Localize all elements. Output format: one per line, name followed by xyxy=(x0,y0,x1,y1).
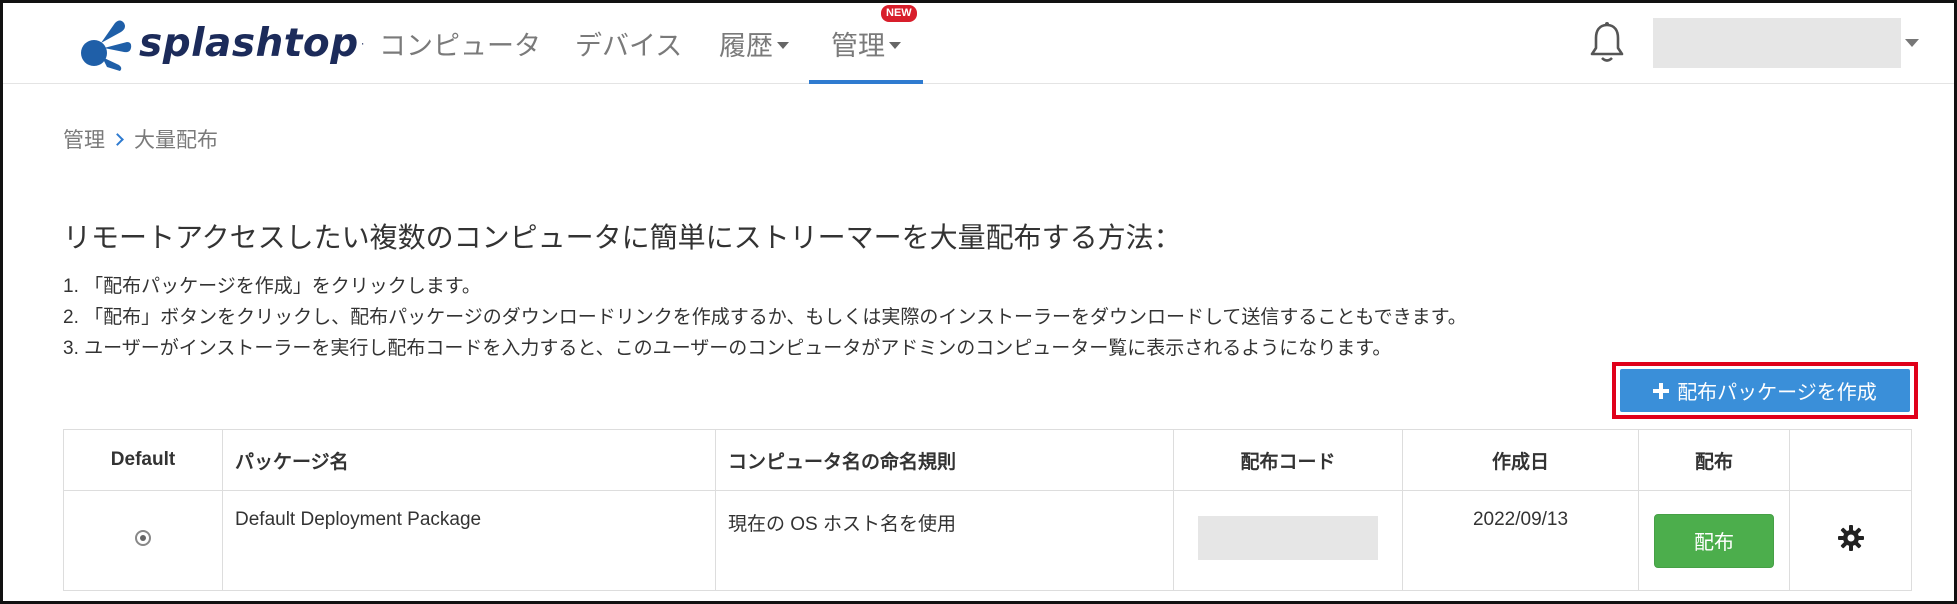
column-header-package-name: パッケージ名 xyxy=(222,429,716,491)
nav-devices-label: デバイス xyxy=(575,30,683,61)
nav-history-label: 履歴 xyxy=(719,30,773,61)
brand-logo[interactable]: splashtop · xyxy=(77,13,365,73)
chevron-down-icon[interactable] xyxy=(1905,39,1919,47)
deploy-code-value xyxy=(1198,515,1378,560)
deploy-code-cell xyxy=(1173,490,1403,591)
breadcrumb-parent[interactable]: 管理 xyxy=(63,124,105,154)
brand-trademark: · xyxy=(360,36,365,50)
naming-rule-cell: 現在の OS ホスト名を使用 xyxy=(715,490,1174,591)
new-badge: NEW xyxy=(881,5,917,22)
table-header-row: Default パッケージ名 コンピュータ名の命名規則 配布コード 作成日 配布 xyxy=(63,429,1912,491)
nav-computers[interactable]: コンピュータ xyxy=(379,3,541,83)
instruction-step: 1. 「配布パッケージを作成」をクリックします。 xyxy=(63,276,481,297)
brand-name: splashtop xyxy=(139,20,359,66)
gear-icon[interactable] xyxy=(1837,524,1865,552)
user-account-menu[interactable] xyxy=(1653,18,1901,68)
default-cell xyxy=(63,490,223,591)
chevron-down-icon xyxy=(889,41,901,49)
bell-icon[interactable] xyxy=(1587,21,1627,65)
nav-manage[interactable]: 管理 NEW xyxy=(809,3,923,84)
chevron-down-icon xyxy=(777,41,789,49)
deployment-package-table: Default パッケージ名 コンピュータ名の命名規則 配布コード 作成日 配布… xyxy=(63,429,1912,591)
nav-history[interactable]: 履歴 xyxy=(719,3,789,83)
breadcrumb-current: 大量配布 xyxy=(134,129,218,152)
table-row: Default Deployment Package 現在の OS ホスト名を使… xyxy=(63,490,1912,591)
nav-devices[interactable]: デバイス xyxy=(575,3,682,83)
page-title: リモートアクセスしたい複数のコンピュータに簡単にストリーマーを大量配布する方法： xyxy=(63,222,1182,253)
breadcrumb: 管理 大量配布 xyxy=(63,124,218,154)
deploy-button[interactable]: 配布 xyxy=(1654,513,1774,568)
column-header-deploy-code: 配布コード xyxy=(1173,429,1403,491)
column-header-default: Default xyxy=(63,429,223,491)
column-header-settings xyxy=(1789,429,1912,491)
splashtop-logo-icon xyxy=(81,20,132,71)
column-header-deploy: 配布 xyxy=(1638,429,1790,491)
instruction-step: 2. 「配布」ボタンをクリックし、配布パッケージのダウンロードリンクを作成するか… xyxy=(63,307,1467,328)
created-date-cell: 2022/09/13 xyxy=(1402,490,1639,591)
nav-computers-label: コンピュータ xyxy=(379,30,541,61)
deploy-cell: 配布 xyxy=(1638,490,1790,591)
nav-manage-label: 管理 xyxy=(831,30,885,61)
column-header-created-date: 作成日 xyxy=(1402,429,1639,491)
instruction-step: 3. ユーザーがインストーラーを実行し配布コードを入力すると、このユーザーのコン… xyxy=(63,338,1392,359)
top-navigation-bar: splashtop · コンピュータ デバイス 履歴 管理 NEW xyxy=(3,3,1954,84)
instruction-list: 1. 「配布パッケージを作成」をクリックします。 2. 「配布」ボタンをクリック… xyxy=(63,271,1467,364)
package-name-cell: Default Deployment Package xyxy=(222,490,716,591)
chevron-right-icon xyxy=(111,132,124,146)
column-header-naming-rule: コンピュータ名の命名規則 xyxy=(715,429,1174,491)
active-tab-indicator xyxy=(809,80,923,84)
create-deployment-package-button[interactable]: 配布パッケージを作成 xyxy=(1620,369,1910,412)
plus-icon xyxy=(1653,382,1670,399)
create-button-label: 配布パッケージを作成 xyxy=(1677,382,1877,404)
default-radio[interactable] xyxy=(135,529,151,546)
settings-cell xyxy=(1789,490,1912,591)
